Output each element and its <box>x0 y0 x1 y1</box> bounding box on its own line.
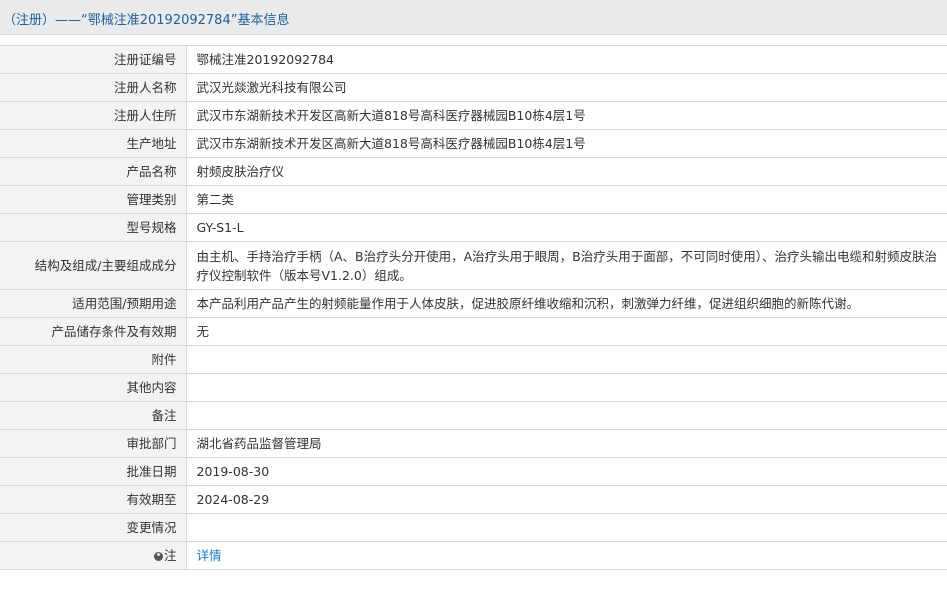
table-row: 批准日期 2019-08-30 <box>0 457 947 486</box>
row-label: 注册人住所 <box>0 101 187 130</box>
row-label: 附件 <box>0 345 187 374</box>
table-row: 审批部门 湖北省药品监督管理局 <box>0 429 947 458</box>
row-label: 结构及组成/主要组成成分 <box>0 241 187 290</box>
row-label: 变更情况 <box>0 513 187 542</box>
row-value <box>186 373 947 402</box>
table-row: 产品名称 射频皮肤治疗仪 <box>0 157 947 186</box>
page-header: （注册）——“鄂械注准20192092784”基本信息 <box>0 0 947 35</box>
row-label: 适用范围/预期用途 <box>0 289 187 318</box>
row-value: 武汉市东湖新技术开发区高新大道818号高科医疗器械园B10栋4层1号 <box>186 101 947 130</box>
row-label: 有效期至 <box>0 485 187 514</box>
note-label-cell: 注 <box>0 541 187 570</box>
row-label: 审批部门 <box>0 429 187 458</box>
note-value-cell: 详情 <box>186 541 947 570</box>
row-label: 批准日期 <box>0 457 187 486</box>
row-value: 由主机、手持治疗手柄（A、B治疗头分开使用，A治疗头用于眼周，B治疗头用于面部，… <box>186 241 947 290</box>
row-value: 鄂械注准20192092784 <box>186 45 947 74</box>
row-value: 湖北省药品监督管理局 <box>186 429 947 458</box>
row-value <box>186 513 947 542</box>
row-value: 射频皮肤治疗仪 <box>186 157 947 186</box>
row-label: 产品名称 <box>0 157 187 186</box>
row-value: 无 <box>186 317 947 346</box>
table-row: 变更情况 <box>0 513 947 542</box>
details-link[interactable]: 详情 <box>197 548 222 563</box>
table-row: 备注 <box>0 401 947 430</box>
table-row: 生产地址 武汉市东湖新技术开发区高新大道818号高科医疗器械园B10栋4层1号 <box>0 129 947 158</box>
table-row: 有效期至 2024-08-29 <box>0 485 947 514</box>
row-label: 管理类别 <box>0 185 187 214</box>
table-row: 管理类别 第二类 <box>0 185 947 214</box>
table-row: 注册人住所 武汉市东湖新技术开发区高新大道818号高科医疗器械园B10栋4层1号 <box>0 101 947 130</box>
row-label: 其他内容 <box>0 373 187 402</box>
note-icon <box>153 552 163 561</box>
table-row: 其他内容 <box>0 373 947 402</box>
table-row: 结构及组成/主要组成成分 由主机、手持治疗手柄（A、B治疗头分开使用，A治疗头用… <box>0 241 947 290</box>
table-row: 产品储存条件及有效期 无 <box>0 317 947 346</box>
table-row: 附件 <box>0 345 947 374</box>
row-label: 注册人名称 <box>0 73 187 102</box>
row-value: 本产品利用产品产生的射频能量作用于人体皮肤，促进胶原纤维收缩和沉积，刺激弹力纤维… <box>186 289 947 318</box>
note-row: 注 详情 <box>0 541 947 570</box>
row-label: 备注 <box>0 401 187 430</box>
note-label: 注 <box>163 548 177 563</box>
table-row: 注册人名称 武汉光燚激光科技有限公司 <box>0 73 947 102</box>
row-value: 2019-08-30 <box>186 457 947 486</box>
row-label: 注册证编号 <box>0 45 187 74</box>
row-label: 产品储存条件及有效期 <box>0 317 187 346</box>
row-value <box>186 401 947 430</box>
row-value: 武汉市东湖新技术开发区高新大道818号高科医疗器械园B10栋4层1号 <box>186 129 947 158</box>
row-value <box>186 345 947 374</box>
table-row: 适用范围/预期用途 本产品利用产品产生的射频能量作用于人体皮肤，促进胶原纤维收缩… <box>0 289 947 318</box>
row-value: 第二类 <box>186 185 947 214</box>
table-row: 型号规格 GY-S1-L <box>0 213 947 242</box>
basic-info-table: 注册证编号 鄂械注准20192092784 注册人名称 武汉光燚激光科技有限公司… <box>0 45 947 570</box>
row-value: 2024-08-29 <box>186 485 947 514</box>
row-label: 生产地址 <box>0 129 187 158</box>
table-row: 注册证编号 鄂械注准20192092784 <box>0 45 947 74</box>
page-title: （注册）——“鄂械注准20192092784”基本信息 <box>3 13 290 28</box>
row-label: 型号规格 <box>0 213 187 242</box>
row-value: GY-S1-L <box>186 213 947 242</box>
row-value: 武汉光燚激光科技有限公司 <box>186 73 947 102</box>
